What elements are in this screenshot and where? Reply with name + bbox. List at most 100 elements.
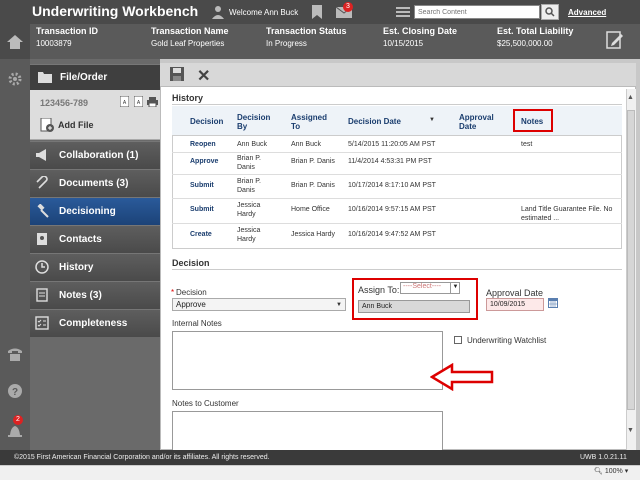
close-icon[interactable]: ✕ xyxy=(197,66,210,86)
decision-select[interactable]: Approve xyxy=(172,298,346,311)
sidebar-item-history[interactable]: History xyxy=(30,253,160,281)
note-icon xyxy=(36,288,48,302)
sidebar-item-completeness[interactable]: Completeness xyxy=(30,309,160,337)
row-assigned-to: Brian P. Danis xyxy=(291,182,335,189)
notes-column-highlight xyxy=(513,109,553,132)
row-notes: test xyxy=(521,141,533,148)
decision-section-title: Decision xyxy=(172,258,210,268)
save-icon[interactable] xyxy=(170,67,184,81)
home-icon xyxy=(7,34,23,49)
sidebar-item-label: Notes (3) xyxy=(59,290,102,301)
table-row[interactable]: Submit Brian P. Danis Brian P. Danis 10/… xyxy=(172,175,622,199)
menu-icon[interactable] xyxy=(396,6,410,18)
browser-status-bar xyxy=(0,465,640,480)
required-marker: * xyxy=(171,288,175,297)
calendar-icon[interactable] xyxy=(548,298,558,308)
row-notes: Land Title Guarantee File. No estimated … xyxy=(521,206,613,222)
address-book-icon xyxy=(37,233,47,245)
transaction-id-label: Transaction ID xyxy=(36,26,99,36)
history-section-title: History xyxy=(172,93,204,103)
sidebar-item-label: History xyxy=(59,262,94,273)
paperclip-icon xyxy=(36,176,48,189)
pdf-icon[interactable]: A xyxy=(120,96,129,107)
search-button[interactable] xyxy=(541,4,559,20)
advanced-search-link[interactable]: Advanced xyxy=(568,8,606,17)
settings-button[interactable] xyxy=(6,70,24,88)
row-decision-by: Jessica Hardy xyxy=(237,227,261,243)
copyright: ©2015 First American Financial Corporati… xyxy=(14,454,270,461)
scroll-down-arrow[interactable]: ▼ xyxy=(627,427,634,434)
divider xyxy=(172,104,622,105)
transaction-status-value: In Progress xyxy=(266,39,307,48)
row-assigned-to: Brian P. Danis xyxy=(291,158,335,165)
column-assigned-to[interactable]: Assigned To xyxy=(291,113,331,131)
transaction-name: Transaction Name Gold Leaf Properties xyxy=(151,26,229,48)
internal-notes-textarea[interactable] xyxy=(172,331,443,390)
watchlist-checkbox[interactable] xyxy=(454,336,462,344)
approval-date-input[interactable]: 10/09/2015 xyxy=(486,298,544,311)
row-decision[interactable]: Reopen xyxy=(190,140,216,149)
zoom-icon: 🔍︎ xyxy=(594,468,605,475)
sidebar-item-documents[interactable]: Documents (3) xyxy=(30,169,160,197)
help-button[interactable]: ? xyxy=(6,382,24,400)
row-decision-by: Ann Buck xyxy=(237,141,267,148)
column-decision-date[interactable]: Decision Date xyxy=(348,117,428,126)
search-input[interactable] xyxy=(414,5,540,19)
notifications-button[interactable] xyxy=(6,422,24,440)
notification-count-badge: 2 xyxy=(13,415,23,425)
closing-date-label: Est. Closing Date xyxy=(383,26,458,36)
notes-to-customer-label: Notes to Customer xyxy=(172,399,239,408)
total-liability: Est. Total Liability $25,500,000.00 xyxy=(497,26,573,48)
divider xyxy=(172,269,622,270)
arrow-left-icon xyxy=(430,363,494,391)
row-decision[interactable]: Submit xyxy=(190,181,214,190)
row-decision-by: Brian P. Danis xyxy=(237,155,261,171)
content-toolbar xyxy=(160,63,636,87)
row-decision[interactable]: Approve xyxy=(190,157,218,166)
print-icon[interactable] xyxy=(147,97,158,107)
total-liability-value: $25,500,000.00 xyxy=(497,39,553,48)
scroll-up-arrow[interactable]: ▲ xyxy=(627,94,634,101)
sidebar-item-label: Decisioning xyxy=(59,206,116,217)
edit-icon[interactable] xyxy=(606,30,624,50)
add-file-button[interactable]: Add File xyxy=(40,118,94,132)
zoom-value: 100% xyxy=(604,468,623,475)
column-approval-date[interactable]: Approval Date xyxy=(459,113,504,131)
folder-icon xyxy=(38,72,52,83)
search-icon xyxy=(545,7,555,17)
row-decision[interactable]: Create xyxy=(190,230,212,239)
approval-date-label: Approval Date xyxy=(486,288,544,298)
row-decision-by: Brian P. Danis xyxy=(237,178,261,194)
row-assigned-to: Jessica Hardy xyxy=(291,231,335,238)
chevron-down-icon[interactable]: ▼ xyxy=(450,282,460,294)
notes-to-customer-textarea[interactable] xyxy=(172,411,443,451)
file-order-header[interactable]: File/Order xyxy=(30,64,160,90)
table-row[interactable]: Reopen Ann Buck Ann Buck 5/14/2015 11:20… xyxy=(172,136,622,153)
table-row[interactable]: Create Jessica Hardy Jessica Hardy 10/16… xyxy=(172,224,622,249)
table-row[interactable]: Submit Jessica Hardy Home Office 10/16/2… xyxy=(172,199,622,224)
file-number: 123456-789 xyxy=(40,98,89,108)
row-decision-by: Jessica Hardy xyxy=(237,202,261,218)
phone-button[interactable] xyxy=(6,345,24,363)
table-row[interactable]: Approve Brian P. Danis Brian P. Danis 11… xyxy=(172,153,622,175)
column-decision[interactable]: Decision xyxy=(190,117,235,126)
pdf-icon[interactable]: A xyxy=(134,96,143,107)
home-button[interactable] xyxy=(0,24,30,59)
mail-count-badge: 3 xyxy=(343,2,353,12)
row-decision-date: 11/4/2014 4:53:31 PM PST xyxy=(348,158,432,165)
welcome-text: Welcome Ann Buck xyxy=(229,8,299,17)
sidebar-item-notes[interactable]: Notes (3) xyxy=(30,281,160,309)
bell-icon xyxy=(8,426,22,437)
sidebar-item-contacts[interactable]: Contacts xyxy=(30,225,160,253)
row-decision[interactable]: Submit xyxy=(190,205,214,214)
sidebar-item-decisioning[interactable]: Decisioning xyxy=(30,197,160,225)
column-decision-by[interactable]: Decision By xyxy=(237,113,277,131)
assign-to-value[interactable]: Ann Buck xyxy=(358,300,470,313)
row-decision-date: 10/16/2014 9:57:15 AM PST xyxy=(348,206,436,213)
bookmark-icon[interactable] xyxy=(312,5,322,19)
version: UWB 1.0.21.11 xyxy=(580,454,627,461)
sidebar-item-collaboration[interactable]: Collaboration (1) xyxy=(30,141,160,169)
scroll-thumb[interactable] xyxy=(627,110,635,410)
zoom-level[interactable]: 🔍︎ 100% ▾ xyxy=(594,467,628,475)
sort-desc-icon[interactable]: ▼ xyxy=(429,117,435,123)
